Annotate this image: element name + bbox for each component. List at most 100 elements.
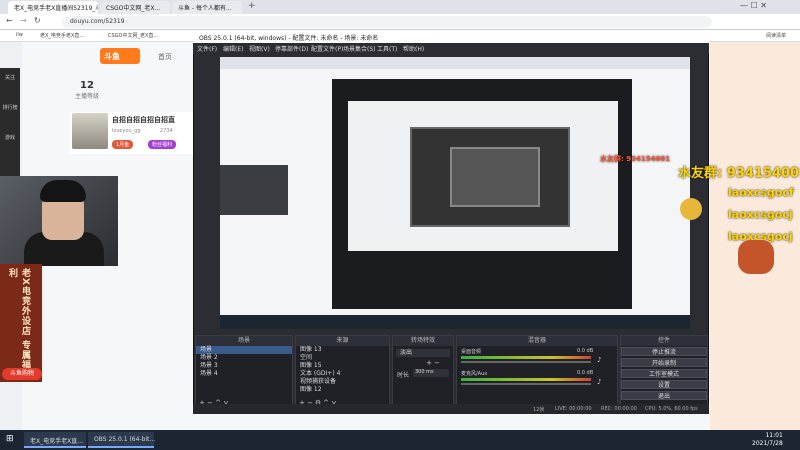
vu-meter	[461, 356, 591, 359]
mixer-level: 0.0 dB	[577, 348, 594, 354]
settings-button[interactable]: 设置	[621, 380, 707, 389]
danmaku: laoxcsgocf	[728, 186, 794, 199]
clock-date: 2021/7/28	[752, 440, 783, 447]
browser-tab-active[interactable]: 老X_电竞手老X直播间52319_斗...	[8, 1, 98, 14]
menu-tools[interactable]: 工具(T)	[377, 44, 397, 53]
card-author: loveyou_gg	[112, 128, 141, 134]
scene-item[interactable]: 场景 3	[196, 362, 292, 370]
menu-view[interactable]: 视图(V)	[249, 44, 270, 53]
volume-slider[interactable]	[461, 383, 591, 385]
scene-item[interactable]: 场景 2	[196, 354, 292, 362]
source-item[interactable]: 视频捕获设备	[296, 378, 389, 386]
scenes-dock: 场景 场景 场景 2 场景 3 场景 4 + − ^ v	[195, 335, 293, 411]
dropped-frames: 12帧	[533, 407, 545, 413]
card-count: 2734	[160, 128, 173, 134]
back-icon[interactable]: ←	[6, 16, 13, 25]
reading-list[interactable]: 阅读清单	[766, 32, 786, 39]
shop-banner: 老X电竞外设店 专属福利	[0, 264, 42, 382]
speaker-icon[interactable]: ♪	[597, 356, 601, 364]
live-timer: LIVE: 00:00:00	[555, 406, 592, 412]
browser-tab[interactable]: CSGO中文网_老X...	[100, 1, 170, 14]
danmaku: laoxcsgocj	[728, 208, 793, 221]
transitions-dock-title: 转场特效	[393, 336, 453, 346]
start-recording-button[interactable]: 开始录制	[621, 358, 707, 367]
windows-taskbar: ⊞ 老X_电竞手老X直... OBS 25.0.1 (64-bit...	[0, 430, 800, 450]
taskbar-clock[interactable]: 11:01 2021/7/28	[752, 432, 783, 448]
card-badge[interactable]: 1月鱼	[112, 140, 134, 149]
danmaku: 水友群: 934154001	[600, 155, 671, 163]
sidebar-item-rank[interactable]: 排行榜	[0, 98, 20, 128]
add-icon[interactable]: +	[425, 359, 433, 367]
menu-help[interactable]: 帮助(H)	[403, 44, 424, 53]
menu-dock[interactable]: 停靠部件(D)	[275, 44, 308, 53]
taskbar-app-browser[interactable]: 老X_电竞手老X直...	[24, 432, 86, 448]
cpu-readout: CPU: 5.0%, 60.00 fps	[645, 406, 698, 412]
browser-tab[interactable]: 斗鱼 - 每个人都有...	[172, 1, 242, 14]
scene-item[interactable]: 场景 4	[196, 370, 292, 378]
obs-statusbar: 12帧 LIVE: 00:00:00 REC: 00:00:00 CPU: 5.…	[193, 404, 709, 414]
mixer-level: 0.0 dB	[577, 370, 594, 376]
duration-input[interactable]: 300 ms	[413, 369, 449, 377]
sources-dock: 来源 图像 13 空间 图像 15 文本 (GDI+) 4 视频捕获设备 图像 …	[295, 335, 390, 411]
vu-meter	[461, 378, 591, 381]
mixer-dock-title: 混音器	[457, 336, 617, 346]
sidebar-item-game[interactable]: 游戏	[0, 128, 20, 158]
site-logo[interactable]: 斗鱼	[100, 48, 140, 64]
source-item[interactable]: 图像 12	[296, 386, 389, 394]
obs-titlebar: OBS 25.0.1 (64-bit, windows) - 配置文件: 未命名…	[193, 31, 709, 43]
nav-home[interactable]: 首页	[158, 52, 172, 62]
remove-icon[interactable]: −	[433, 359, 441, 367]
stop-streaming-button[interactable]: 停止推流	[621, 347, 707, 356]
window-controls[interactable]: — ☐ ✕	[740, 1, 767, 10]
nested-taskbar	[220, 315, 690, 329]
source-item[interactable]: 空间	[296, 354, 389, 362]
reload-icon[interactable]: ↻	[34, 16, 41, 25]
menu-file[interactable]: 文件(F)	[197, 44, 217, 53]
bookmark-item[interactable]: CSGO中文网_老X直...	[108, 32, 158, 39]
menu-edit[interactable]: 编辑(E)	[223, 44, 243, 53]
coin-icon	[680, 198, 702, 220]
scene-item[interactable]: 场景	[196, 346, 292, 354]
cat-thumbnail	[72, 113, 108, 149]
source-item[interactable]: 图像 13	[296, 346, 389, 354]
douyu-shop-button[interactable]: 斗鱼购物	[2, 368, 42, 380]
streamer-stats: 12 主播等级	[70, 80, 200, 106]
bookmark-item[interactable]: 老X_电竞手老X直...	[40, 32, 84, 39]
stat-level: 12 主播等级	[74, 80, 99, 100]
new-tab-button[interactable]: +	[248, 1, 256, 11]
exit-button[interactable]: 退出	[621, 391, 707, 400]
transition-select[interactable]: 淡出	[396, 349, 450, 357]
volume-slider[interactable]	[461, 361, 591, 363]
speaker-icon[interactable]: ♪	[597, 378, 601, 386]
address-bar[interactable]: douyu.com/52319	[62, 16, 712, 28]
sources-dock-title: 来源	[296, 336, 389, 346]
controls-dock-title: 控件	[621, 336, 707, 346]
forward-icon[interactable]: →	[20, 16, 27, 25]
scenes-dock-title: 场景	[196, 336, 292, 346]
mixer-channel-label: 桌面音频	[461, 349, 482, 355]
card-title[interactable]: 自招自招自招自招直	[112, 115, 175, 125]
clock-time: 11:01	[765, 432, 783, 439]
danmaku: 水友群: 934154001	[678, 166, 800, 181]
duration-label: 时长	[397, 372, 410, 379]
obs-menubar: 文件(F) 编辑(E) 视图(V) 停靠部件(D) 配置文件(P) 场景集合(S…	[193, 43, 709, 54]
fan-benefit-button[interactable]: 粉丝福利	[148, 140, 177, 149]
mixer-channel-label: 麦克风/Aux	[461, 371, 488, 377]
nested-browser-bar	[220, 57, 690, 69]
studio-mode-button[interactable]: 工作室模式	[621, 369, 707, 378]
rec-timer: REC: 00:00:00	[601, 406, 637, 412]
obs-preview[interactable]	[220, 57, 690, 329]
source-item[interactable]: 图像 15	[296, 362, 389, 370]
left-sidebar: 关注 排行榜 游戏	[0, 68, 20, 178]
mixer-dock: 混音器 桌面音频 0.0 dB ♪ 麦克风/Aux 0.0 dB ♪	[456, 335, 618, 411]
windows-start-icon[interactable]: ⊞	[6, 434, 14, 444]
menu-profile[interactable]: 配置文件(P)	[311, 44, 343, 53]
menu-scene-collection[interactable]: 场景集合(S)	[343, 44, 376, 53]
bookmark-item[interactable]: ilw	[16, 32, 23, 38]
taskbar-app-obs[interactable]: OBS 25.0.1 (64-bit...	[88, 432, 155, 448]
bear-emoji-icon	[738, 240, 774, 274]
transitions-dock: 转场特效 淡出 + − 时长 300 ms	[392, 335, 454, 411]
source-item[interactable]: 文本 (GDI+) 4	[296, 370, 389, 378]
browser-tabstrip: 老X_电竞手老X直播间52319_斗... CSGO中文网_老X... 斗鱼 -…	[0, 0, 800, 14]
sidebar-item-follow[interactable]: 关注	[0, 68, 20, 98]
